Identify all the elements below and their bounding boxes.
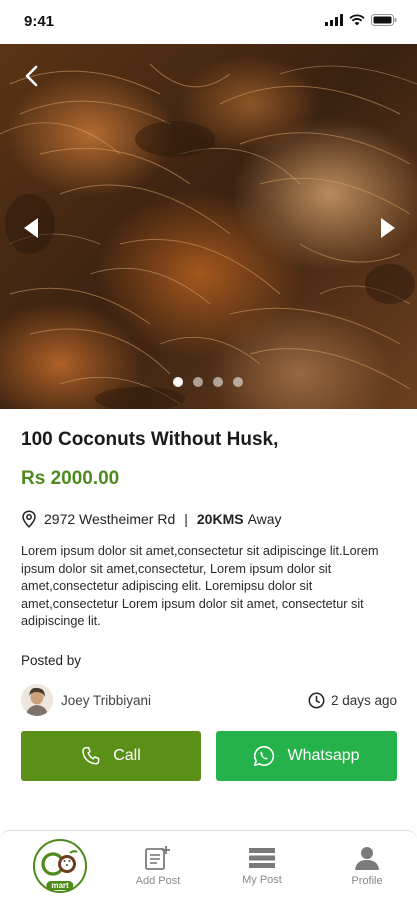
posted-time-text: 2 days ago <box>330 692 397 708</box>
triangle-right-icon <box>381 218 395 238</box>
location-address: 2972 Westheimer Rd <box>44 511 176 527</box>
wifi-icon <box>349 14 365 26</box>
location-distance-suffix: Away <box>247 511 282 527</box>
logo-text: mart <box>46 881 74 890</box>
nav-add-post[interactable]: Add Post <box>126 831 190 900</box>
clock-icon <box>308 692 325 708</box>
whatsapp-button[interactable]: Whatsapp <box>216 731 397 781</box>
poster-name[interactable]: Joey Tribbiyani <box>61 693 151 708</box>
whatsapp-button-label: Whatsapp <box>287 747 360 764</box>
location-separator: | <box>184 511 188 527</box>
profile-icon <box>355 847 379 870</box>
product-image-carousel[interactable] <box>0 44 417 409</box>
nav-my-post[interactable]: My Post <box>230 831 294 900</box>
avatar-image <box>21 684 53 716</box>
call-button[interactable]: Call <box>21 731 201 781</box>
pagination-dot-1[interactable] <box>173 377 183 387</box>
triangle-left-icon <box>24 218 38 238</box>
product-location: 2972 Westheimer Rd | 20KMS Away <box>21 510 282 528</box>
posted-time: 2 days ago <box>308 692 397 709</box>
product-title: 100 Coconuts Without Husk, <box>21 429 279 450</box>
poster-avatar[interactable] <box>21 684 53 716</box>
chevron-left-icon <box>25 65 38 87</box>
status-time: 9:41 <box>24 13 55 30</box>
signal-icon <box>325 14 343 26</box>
status-icons <box>325 14 397 26</box>
pagination-dot-2[interactable] <box>193 377 203 387</box>
coconut-logo-icon <box>41 850 78 876</box>
whatsapp-icon <box>254 745 275 766</box>
nav-profile[interactable]: Profile <box>335 831 399 900</box>
product-price: Rs 2000.00 <box>21 468 120 489</box>
nav-profile-label: Profile <box>351 875 383 887</box>
pagination-dot-3[interactable] <box>213 377 223 387</box>
location-pin-icon <box>22 510 36 528</box>
nav-add-post-label: Add Post <box>135 875 181 887</box>
battery-icon <box>371 14 397 26</box>
poster-info: Joey Tribbiyani 2 days ago <box>21 683 397 717</box>
product-description: Lorem ipsum dolor sit amet,consectetur s… <box>21 544 379 628</box>
call-button-label: Call <box>113 747 141 764</box>
next-image-button[interactable] <box>375 214 399 242</box>
previous-image-button[interactable] <box>20 214 44 242</box>
nav-home-logo[interactable]: mart <box>30 831 90 900</box>
status-bar: 9:41 <box>0 0 417 44</box>
bottom-navigation: mart Add Post My Post Profile <box>0 830 417 900</box>
nav-my-post-label: My Post <box>242 874 282 886</box>
phone-icon <box>82 747 100 765</box>
coco-mart-logo: mart <box>33 839 87 893</box>
carousel-pagination <box>173 377 243 387</box>
my-post-icon <box>249 848 275 868</box>
back-button[interactable] <box>18 62 46 90</box>
coconut-photo <box>0 63 417 409</box>
add-post-icon <box>145 846 170 870</box>
posted-by-heading: Posted by <box>21 653 82 668</box>
pagination-dot-4[interactable] <box>233 377 243 387</box>
location-distance: 20KMS <box>196 511 244 527</box>
